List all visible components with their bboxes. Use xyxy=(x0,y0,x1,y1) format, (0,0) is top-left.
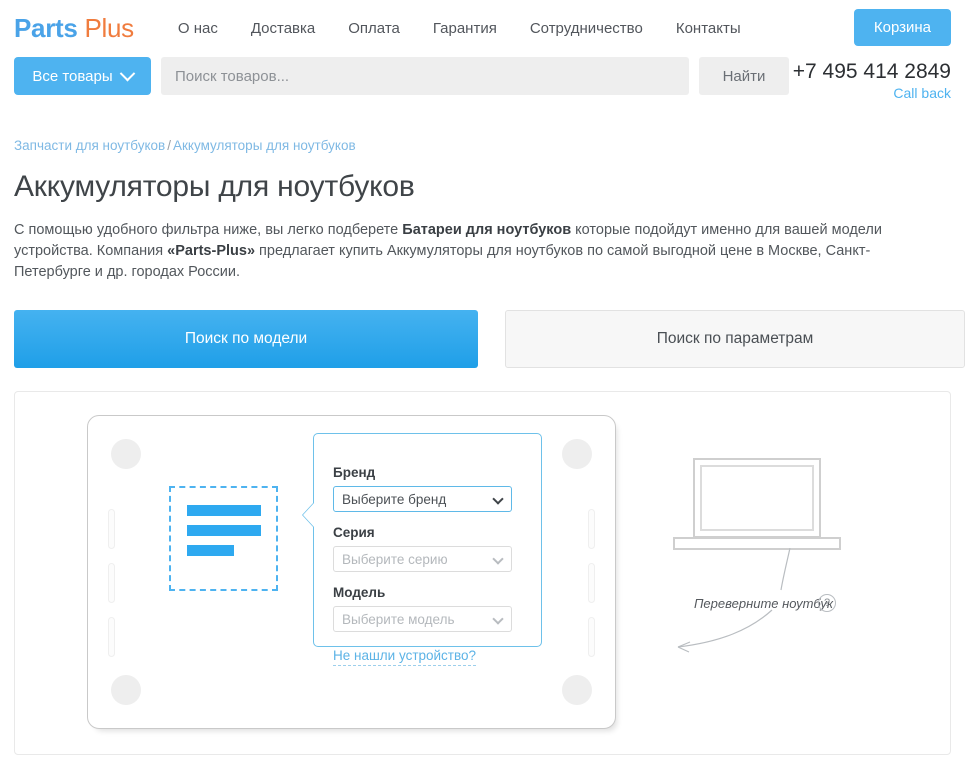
model-field-label: Модель xyxy=(333,585,522,600)
find-button[interactable]: Найти xyxy=(699,57,789,95)
chevron-down-icon xyxy=(492,493,503,504)
desc-part-1: С помощью удобного фильтра ниже, вы легк… xyxy=(14,222,402,238)
contact-block: +7 495 414 2849 Call back xyxy=(793,60,951,101)
screw-icon-top-left xyxy=(111,439,141,469)
page-description: С помощью удобного фильтра ниже, вы легк… xyxy=(0,220,905,283)
vent-slot-left-2 xyxy=(108,563,115,603)
vent-slot-right-1 xyxy=(588,509,595,549)
series-select[interactable]: Выберите серию xyxy=(333,546,512,572)
series-select-value: Выберите серию xyxy=(342,552,448,567)
main-navigation: О нас Доставка Оплата Гарантия Сотруднич… xyxy=(178,20,741,37)
cart-button[interactable]: Корзина xyxy=(854,9,951,46)
brand-field-label: Бренд xyxy=(333,465,522,480)
screw-icon-bottom-left xyxy=(111,675,141,705)
open-laptop-icon xyxy=(672,455,842,555)
chevron-down-icon xyxy=(492,553,503,564)
all-goods-dropdown-button[interactable]: Все товары xyxy=(14,57,151,95)
model-select[interactable]: Выберите модель xyxy=(333,606,512,632)
model-select-value: Выберите модель xyxy=(342,612,454,627)
site-header: Parts Plus О нас Доставка Оплата Гаранти… xyxy=(0,0,965,57)
logo-plus-text: Plus xyxy=(84,13,133,43)
nav-item-warranty[interactable]: Гарантия xyxy=(433,20,497,37)
search-input[interactable] xyxy=(161,57,689,95)
desc-bold-2: «Parts-Plus» xyxy=(167,243,255,259)
brand-select-value: Выберите бренд xyxy=(342,492,446,507)
call-back-link[interactable]: Call back xyxy=(793,85,951,101)
vent-slot-left-1 xyxy=(108,509,115,549)
breadcrumb-current-link[interactable]: Аккумуляторы для ноутбуков xyxy=(173,138,356,153)
flip-laptop-hint: Переверните ноутбук xyxy=(694,596,833,611)
model-selector-bubble: Бренд Выберите бренд Серия Выберите сери… xyxy=(313,433,542,647)
help-question-icon[interactable]: ? xyxy=(818,594,836,612)
sticker-line-1 xyxy=(187,505,261,516)
nav-item-delivery[interactable]: Доставка xyxy=(251,20,315,37)
search-mode-tabs: Поиск по модели Поиск по параметрам xyxy=(0,310,965,368)
site-logo[interactable]: Parts Plus xyxy=(14,13,134,44)
nav-item-contacts[interactable]: Контакты xyxy=(676,20,741,37)
nav-item-payment[interactable]: Оплата xyxy=(348,20,400,37)
label-sticker-illustration xyxy=(169,486,278,591)
all-goods-label: Все товары xyxy=(32,68,112,85)
breadcrumb-separator: / xyxy=(167,138,171,153)
nav-item-about[interactable]: О нас xyxy=(178,20,218,37)
sticker-line-3 xyxy=(187,545,234,556)
chevron-down-icon xyxy=(492,613,503,624)
sticker-line-2 xyxy=(187,525,261,536)
search-bar: Все товары Найти +7 495 414 2849 Call ba… xyxy=(0,57,965,119)
series-field-label: Серия xyxy=(333,525,522,540)
breadcrumb: Запчасти для ноутбуков/Аккумуляторы для … xyxy=(0,138,965,153)
vent-slot-right-3 xyxy=(588,617,595,657)
nav-item-cooperation[interactable]: Сотрудничество xyxy=(530,20,643,37)
tab-search-by-parameters[interactable]: Поиск по параметрам xyxy=(505,310,965,368)
vent-slot-left-3 xyxy=(108,617,115,657)
vent-slot-right-2 xyxy=(588,563,595,603)
screw-icon-bottom-right xyxy=(562,675,592,705)
chevron-down-icon xyxy=(119,65,135,81)
logo-parts-text: Parts xyxy=(14,13,78,43)
phone-number: +7 495 414 2849 xyxy=(793,60,951,84)
bubble-pointer-fill xyxy=(303,502,315,528)
breadcrumb-parent-link[interactable]: Запчасти для ноутбуков xyxy=(14,138,165,153)
screw-icon-top-right xyxy=(562,439,592,469)
device-not-found-link[interactable]: Не нашли устройство? xyxy=(333,648,476,666)
tab-search-by-model[interactable]: Поиск по модели xyxy=(14,310,478,368)
page-title: Аккумуляторы для ноутбуков xyxy=(0,170,965,204)
desc-bold-1: Батареи для ноутбуков xyxy=(402,222,571,238)
brand-select[interactable]: Выберите бренд xyxy=(333,486,512,512)
